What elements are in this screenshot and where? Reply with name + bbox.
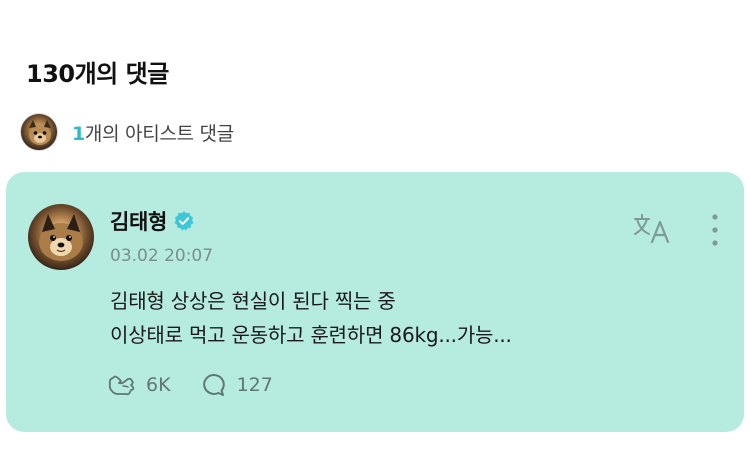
author-row: 김태형 <box>110 206 195 236</box>
comment-line: 이상태로 먹고 운동하고 훈련하면 86kg...가능... <box>110 323 512 347</box>
like-count: 6K <box>146 374 171 396</box>
comments-page: 130개의 댓글 1개의 아티스트 댓글 김태형 03.02 20:07 김태형… <box>0 0 750 469</box>
translate-icon[interactable] <box>632 212 674 246</box>
comments-count-title: 130개의 댓글 <box>26 60 169 88</box>
author-avatar[interactable] <box>28 204 94 270</box>
reply-count: 127 <box>236 374 273 396</box>
comment-text: 김태형 상상은 현실이 된다 찍는 중 이상태로 먹고 운동하고 훈련하면 86… <box>110 284 512 352</box>
more-vertical-icon[interactable] <box>708 212 722 248</box>
comment-line: 김태형 상상은 현실이 된다 찍는 중 <box>110 289 396 313</box>
like-icon <box>108 375 135 396</box>
artist-comments-count: 1 <box>72 122 85 145</box>
artist-comments-summary[interactable]: 1개의 아티스트 댓글 <box>20 112 234 152</box>
artist-comment-card: 김태형 03.02 20:07 김태형 상상은 현실이 된다 찍는 중 이상태로… <box>6 172 744 432</box>
artist-comments-text: 개의 아티스트 댓글 <box>84 122 234 145</box>
comment-timestamp: 03.02 20:07 <box>110 246 214 266</box>
reply-button[interactable]: 127 <box>199 372 273 398</box>
comment-stats: 6K 127 <box>106 372 301 398</box>
reply-icon <box>202 373 225 396</box>
artist-comments-label: 1개의 아티스트 댓글 <box>72 119 234 146</box>
author-name[interactable]: 김태형 <box>110 206 167 236</box>
verified-badge-icon <box>174 211 194 231</box>
artist-avatar-small <box>20 113 58 151</box>
like-button[interactable]: 6K <box>106 372 171 398</box>
